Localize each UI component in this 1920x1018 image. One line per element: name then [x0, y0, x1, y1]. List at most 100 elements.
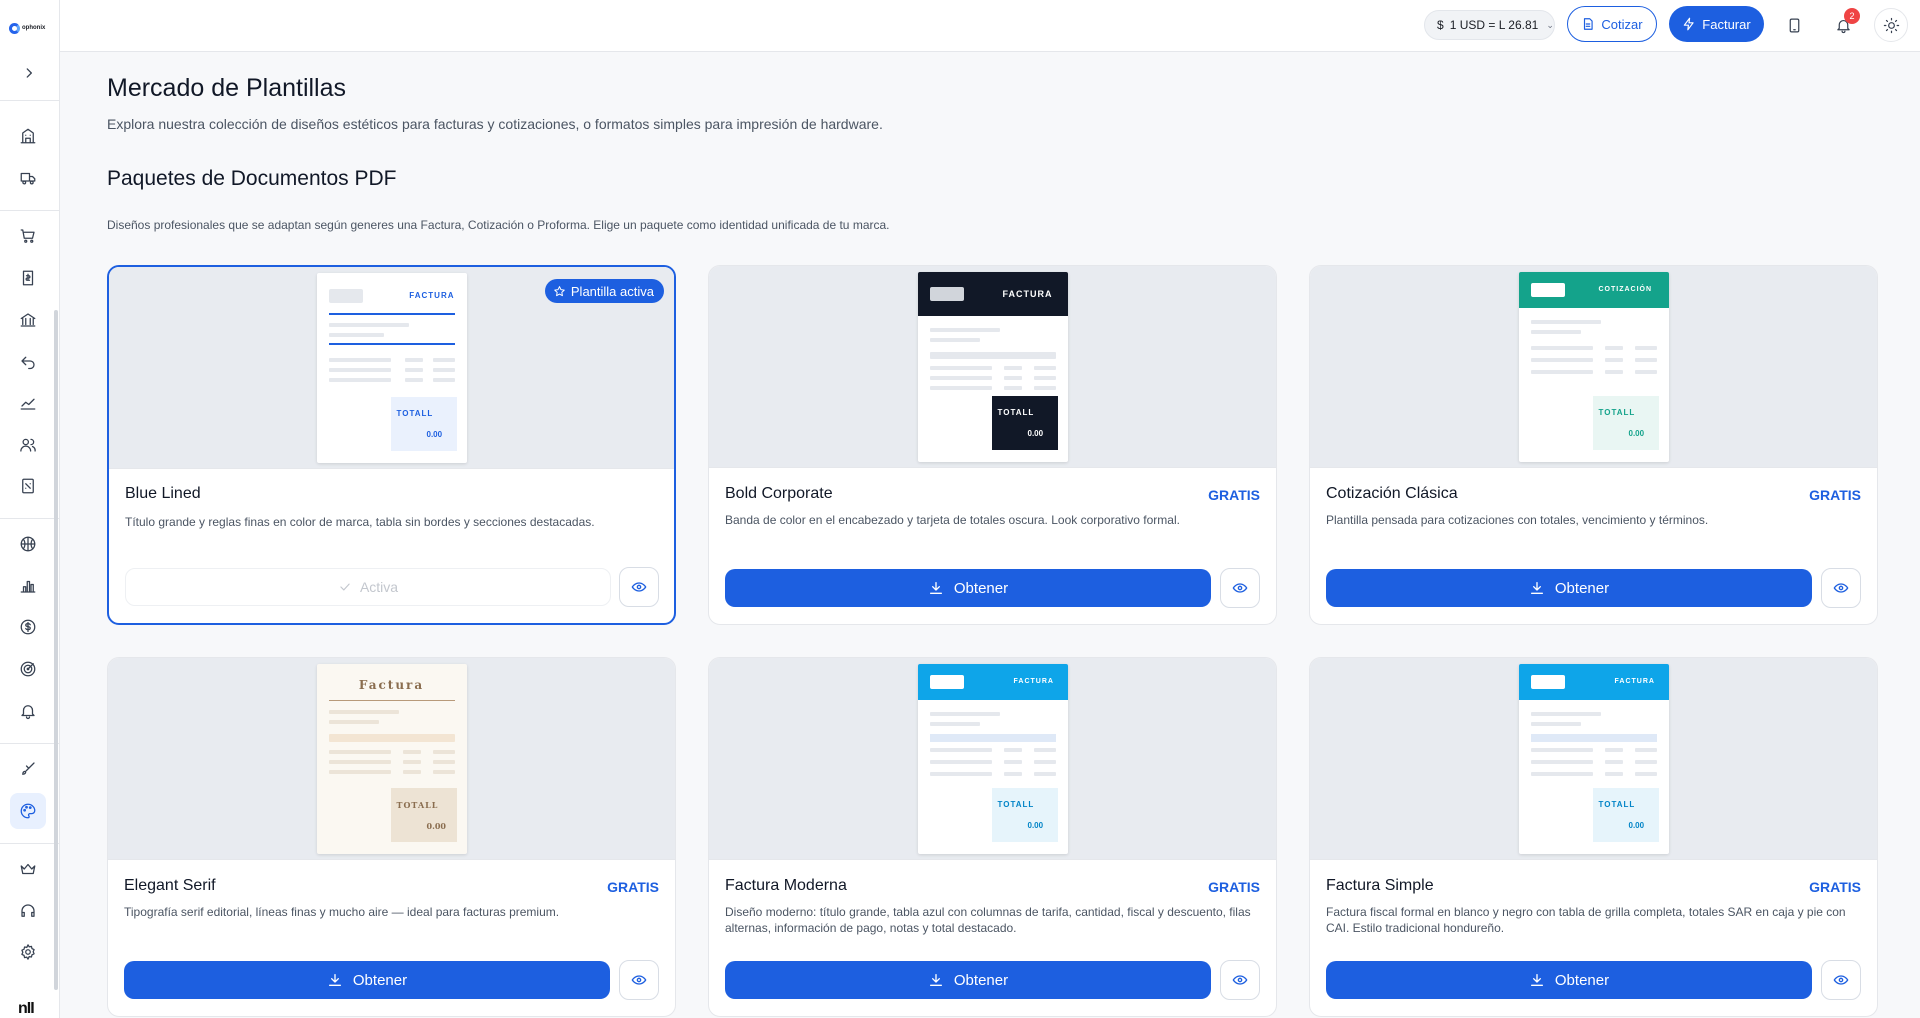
- doc-line: [432, 760, 455, 764]
- doc-line: [929, 338, 980, 342]
- doc-title: FACTURA: [409, 291, 455, 300]
- doc-line: [1003, 748, 1022, 752]
- preview-button[interactable]: [1220, 960, 1260, 1000]
- template-description: Tipografía serif editorial, líneas finas…: [124, 905, 560, 919]
- trend-icon: [20, 398, 36, 410]
- nav-premium[interactable]: [10, 851, 46, 887]
- template-preview[interactable]: Factura TOTALL 0.00: [108, 658, 675, 860]
- doc-line: [1033, 760, 1056, 764]
- nav-goals[interactable]: [10, 651, 46, 687]
- nav-customize[interactable]: [10, 751, 46, 787]
- doc-total-box: [1592, 788, 1659, 842]
- sun-icon: [1883, 17, 1899, 33]
- doc-line: [328, 358, 391, 362]
- bottom-brand: nII: [18, 1000, 35, 1017]
- template-preview[interactable]: FACTURA TOTALL 0.00: [709, 658, 1276, 860]
- doc-line: [402, 770, 421, 774]
- doc-thumbnail: FACTURA TOTALL 0.00: [316, 273, 467, 463]
- get-template-label: Obtener: [1554, 579, 1610, 597]
- doc-total-label: TOTALL: [997, 800, 1035, 809]
- nav-bank[interactable]: [10, 302, 46, 338]
- doc-line: [1003, 760, 1022, 764]
- app-logo[interactable]: ophonix: [9, 12, 49, 44]
- nav-shipping[interactable]: [10, 160, 46, 196]
- palette-icon: [20, 803, 36, 819]
- template-description: Banda de color en el encabezado y tarjet…: [725, 513, 1180, 527]
- invoice-button[interactable]: Facturar: [1669, 6, 1764, 42]
- sidebar-divider: [0, 843, 60, 844]
- active-template-label: Plantilla activa: [570, 283, 654, 299]
- doc-line: [1634, 370, 1657, 374]
- price-tag: GRATIS: [1809, 487, 1861, 503]
- doc-total-box: [390, 788, 457, 842]
- eye-icon: [631, 975, 647, 985]
- doc-table-header: [929, 734, 1056, 742]
- doc-line: [1530, 370, 1593, 374]
- nav-customers[interactable]: [10, 427, 46, 463]
- quote-button[interactable]: Cotizar: [1567, 6, 1657, 42]
- doc-line: [1003, 366, 1022, 370]
- doc-logo: [1530, 675, 1565, 689]
- basketball-icon: [20, 536, 36, 552]
- doc-total-value: 0.00: [1628, 821, 1645, 830]
- nav-dashboard[interactable]: [10, 118, 46, 154]
- sidebar-divider: [0, 743, 60, 744]
- active-template-badge: Plantilla activa: [544, 279, 664, 303]
- eye-icon: [1232, 975, 1248, 985]
- get-template-button[interactable]: Obtener: [124, 961, 610, 999]
- nav-shop[interactable]: [10, 218, 46, 254]
- nav-invoices[interactable]: [10, 260, 46, 296]
- preview-button[interactable]: [619, 567, 659, 607]
- expand-sidebar-button[interactable]: [18, 62, 40, 84]
- doc-line: [1530, 748, 1593, 752]
- preview-button[interactable]: [619, 960, 659, 1000]
- preview-button[interactable]: [1821, 960, 1861, 1000]
- doc-line: [929, 712, 1000, 716]
- doc-line: [1530, 320, 1601, 324]
- preview-button[interactable]: [1821, 568, 1861, 608]
- exchange-rate-selector[interactable]: $ 1 USD = L 26.81 ⌄: [1424, 10, 1555, 40]
- notification-badge: 2: [1844, 8, 1860, 24]
- template-preview[interactable]: FACTURA TOTALL 0.00 Plantilla activa: [109, 267, 674, 469]
- nav-support[interactable]: [10, 893, 46, 929]
- doc-line: [328, 368, 391, 372]
- nav-taxes[interactable]: [10, 468, 46, 504]
- preview-button[interactable]: [1220, 568, 1260, 608]
- nav-reports[interactable]: [10, 385, 46, 421]
- get-template-label: Obtener: [352, 971, 408, 989]
- doc-title: Factura: [358, 678, 425, 692]
- template-description: Título grande y reglas finas en color de…: [125, 515, 595, 529]
- doc-line: [328, 710, 399, 714]
- template-preview[interactable]: COTIZACIÓN TOTALL 0.00: [1310, 266, 1877, 468]
- template-preview[interactable]: FACTURA TOTALL 0.00: [709, 266, 1276, 468]
- doc-line: [1003, 376, 1022, 380]
- calculator-icon: [22, 478, 34, 494]
- template-preview[interactable]: FACTURA TOTALL 0.00: [1310, 658, 1877, 860]
- doc-line: [402, 760, 421, 764]
- doc-line: [1604, 772, 1623, 776]
- sidebar-scrollbar[interactable]: [54, 310, 58, 990]
- nav-alerts[interactable]: [10, 693, 46, 729]
- get-template-button[interactable]: Obtener: [725, 961, 1211, 999]
- doc-logo: [1530, 283, 1565, 297]
- active-status-button[interactable]: Activa: [125, 568, 611, 606]
- doc-total-label: TOTALL: [396, 800, 439, 810]
- nav-payments[interactable]: [10, 609, 46, 645]
- theme-toggle[interactable]: [1874, 8, 1908, 42]
- get-template-button[interactable]: Obtener: [1326, 569, 1812, 607]
- tablet-icon: [1789, 18, 1799, 32]
- doc-logo: [929, 287, 964, 301]
- doc-total-label: TOTALL: [396, 409, 434, 418]
- nav-returns[interactable]: [10, 343, 46, 379]
- get-template-button[interactable]: Obtener: [725, 569, 1211, 607]
- nav-global[interactable]: [10, 526, 46, 562]
- device-button[interactable]: [1777, 8, 1811, 42]
- get-template-button[interactable]: Obtener: [1326, 961, 1812, 999]
- template-card: FACTURA TOTALL 0.00 Factura Moderna GRAT…: [708, 657, 1277, 1017]
- nav-analytics[interactable]: [10, 568, 46, 604]
- nav-templates[interactable]: [10, 793, 46, 829]
- template-name: Factura Simple: [1326, 877, 1434, 894]
- notifications-button[interactable]: 2: [1826, 8, 1860, 42]
- nav-settings[interactable]: [10, 934, 46, 970]
- price-tag: GRATIS: [1809, 879, 1861, 895]
